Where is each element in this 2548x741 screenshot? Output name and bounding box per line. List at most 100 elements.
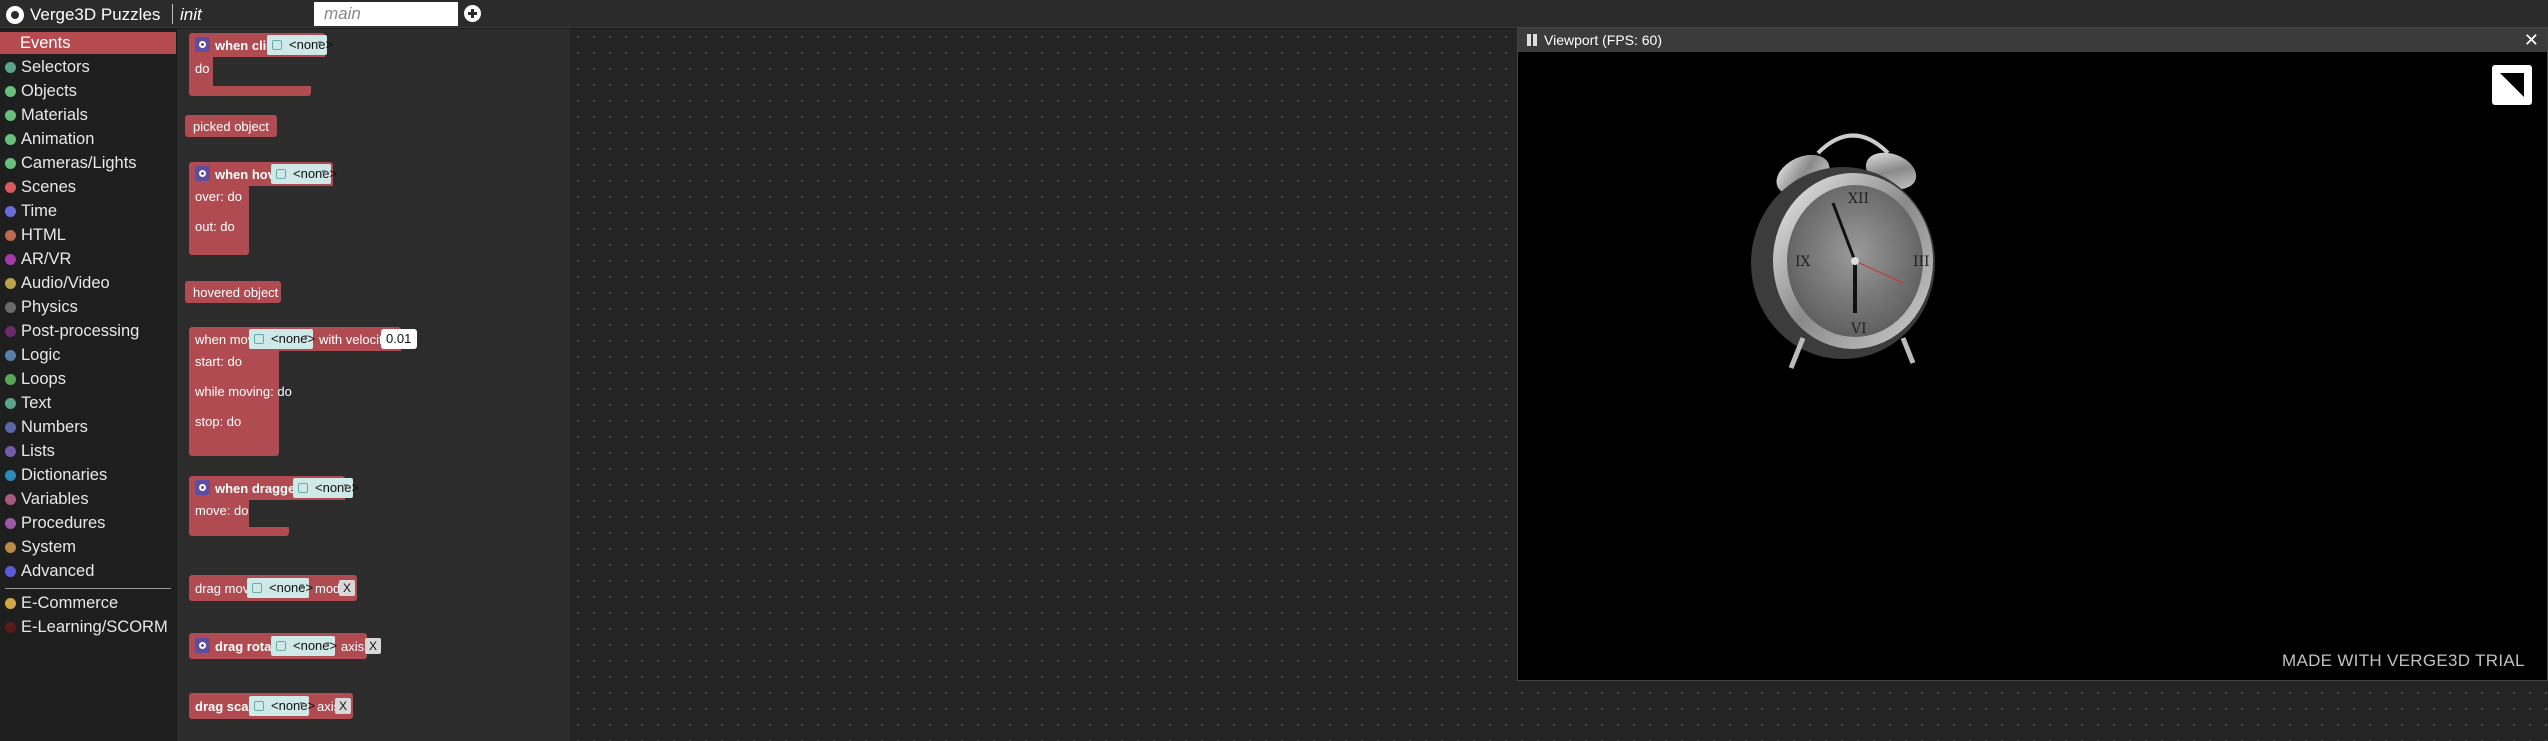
category-dot-icon [5,470,16,481]
object-icon [276,641,286,651]
category-dot-icon [5,134,16,145]
object-icon [276,169,286,179]
category-dot-icon [5,374,16,385]
category-variables[interactable]: Variables [0,488,176,510]
add-tab-icon[interactable] [464,5,481,22]
when-dragged-over-footer [189,527,289,536]
category-dot-icon [5,86,16,97]
axis-dropdown[interactable]: X [365,638,382,654]
object-dropdown[interactable]: <none> ▾ [267,35,333,55]
category-materials[interactable]: Materials [0,104,176,126]
category-procedures[interactable]: Procedures [0,512,176,534]
hovered-object-block[interactable]: hovered object [185,281,281,303]
drag-rotate-block[interactable]: drag rotate <none> ▾ axis X [189,633,382,659]
object-dropdown[interactable]: <none> ▾ [249,329,315,349]
object-dropdown[interactable]: <none> ▾ [249,696,315,716]
object-dropdown[interactable]: <none> ▾ [247,578,313,598]
category-objects[interactable]: Objects [0,80,176,102]
blocks-flyout: when clicked <none> ▾ do picked object wh… [177,29,570,741]
velocity-input[interactable]: 0.01 [381,329,417,349]
category-dot-icon [5,326,16,337]
drag-scale-block[interactable]: drag scale <none> ▾ axis X [189,693,353,719]
chevron-down-icon: ▾ [321,167,326,177]
mode-dropdown[interactable]: X [339,580,356,596]
picked-object-block[interactable]: picked object [185,115,277,137]
drag-move-block[interactable]: drag move <none> ▾ mode X [189,575,357,601]
object-icon [254,701,264,711]
svg-text:VI: VI [1850,321,1867,337]
category-dot-icon [5,62,16,73]
chevron-down-icon: ▾ [299,581,304,591]
axis-dropdown[interactable]: X [335,698,352,714]
chevron-down-icon: ▾ [325,639,330,649]
object-dropdown[interactable]: <none> ▾ [293,478,359,498]
pause-icon[interactable] [1526,34,1538,46]
when-dragged-over-block[interactable]: when dragged over <none> ▾ [189,476,359,500]
viewport-titlebar[interactable]: Viewport (FPS: 60) ✕ [1518,28,2547,52]
gear-icon[interactable] [195,480,210,495]
category-dot-icon [5,302,16,313]
when-hovered-block[interactable]: when hovered <none> ▾ [189,162,337,186]
category-e-commerce[interactable]: E-Commerce [0,592,176,614]
viewport-window[interactable]: Viewport (FPS: 60) ✕ XII III VI IX MADE … [1517,27,2548,681]
chevron-down-icon: ▾ [317,38,322,48]
category-dot-icon [5,518,16,529]
category-text[interactable]: Text [0,392,176,414]
category-loops[interactable]: Loops [0,368,176,390]
when-clicked-footer [189,86,311,96]
category-dot-icon [5,206,16,217]
category-post-processing[interactable]: Post-processing [0,320,176,342]
category-dot-icon [5,422,16,433]
category-html[interactable]: HTML [0,224,176,246]
tab-init[interactable]: init [180,5,202,25]
category-time[interactable]: Time [0,200,176,222]
object-icon [272,40,282,50]
when-moved-footer [189,446,279,456]
category-events[interactable]: Events [0,32,176,54]
chevron-down-icon: ▾ [343,481,348,491]
sidebar-divider [5,588,171,589]
tab-main[interactable]: main [314,2,458,26]
when-moved-block[interactable]: when moved <none> ▾ with velocity > 0.01 [189,327,417,351]
app-title: Verge3D Puzzles [30,5,161,24]
object-dropdown[interactable]: <none> ▾ [271,164,337,184]
category-dot-icon [5,494,16,505]
category-dictionaries[interactable]: Dictionaries [0,464,176,486]
chevron-down-icon: ▾ [299,699,304,709]
category-e-learning-scorm[interactable]: E-Learning/SCORM [0,616,176,638]
category-dot-icon [5,446,16,457]
fullscreen-button[interactable] [2492,65,2532,105]
category-audio-video[interactable]: Audio/Video [0,272,176,294]
close-icon[interactable]: ✕ [2524,30,2539,51]
object-dropdown[interactable]: <none> ▾ [271,636,337,656]
when-clicked-block[interactable]: when clicked <none> ▾ [189,33,333,57]
category-advanced[interactable]: Advanced [0,560,176,582]
category-cameras-lights[interactable]: Cameras/Lights [0,152,176,174]
category-lists[interactable]: Lists [0,440,176,462]
svg-text:IX: IX [1795,254,1811,270]
category-selectors[interactable]: Selectors [0,56,176,78]
category-dot-icon [5,398,16,409]
category-animation[interactable]: Animation [0,128,176,150]
gear-icon[interactable] [195,166,210,181]
category-physics[interactable]: Physics [0,296,176,318]
category-dot-icon [5,278,16,289]
svg-text:XII: XII [1848,191,1869,207]
verge3d-logo-icon [6,6,24,24]
alarm-clock-model: XII III VI IX [1751,133,1935,369]
object-icon [252,583,262,593]
when-moved-body: start: do while moving: do stop: do [189,350,292,446]
category-dot-icon [5,110,16,121]
when-dragged-over-body: move: do [189,499,249,527]
when-hovered-footer [189,245,249,255]
category-numbers[interactable]: Numbers [0,416,176,438]
category-ar-vr[interactable]: AR/VR [0,248,176,270]
object-icon [298,483,308,493]
category-system[interactable]: System [0,536,176,558]
gear-icon[interactable] [195,37,210,52]
category-logic[interactable]: Logic [0,344,176,366]
gear-icon[interactable] [195,638,210,653]
category-dot-icon [5,598,16,609]
category-scenes[interactable]: Scenes [0,176,176,198]
category-sidebar: Events Selectors Objects Materials Anima… [0,29,176,741]
